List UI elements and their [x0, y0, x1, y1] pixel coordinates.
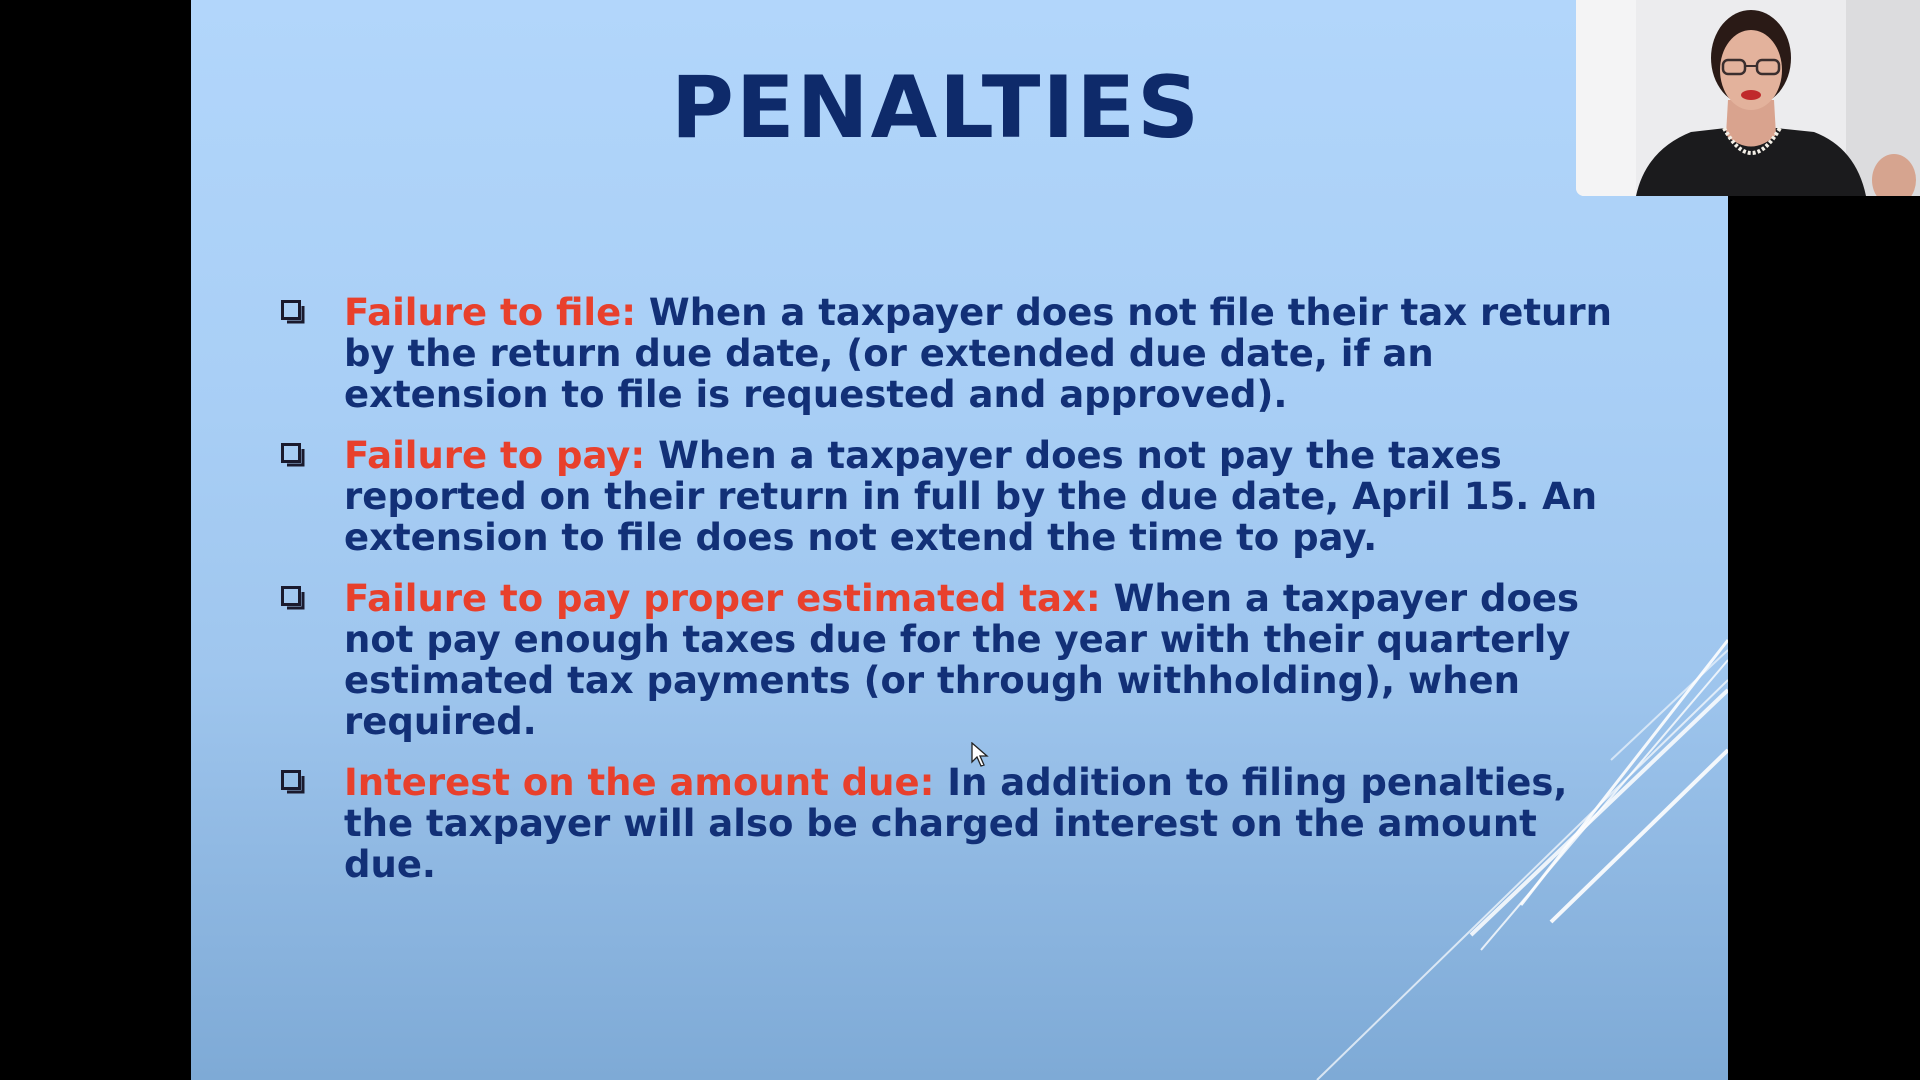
- screen: PENALTIES Failure to file: When a taxpay…: [0, 0, 1920, 1080]
- checkbox-square-icon: [281, 443, 305, 467]
- slide-title: PENALTIES: [670, 58, 1202, 158]
- presenter-video-feed: [1576, 0, 1920, 196]
- bullet-list: Failure to file: When a taxpayer does no…: [281, 292, 1631, 905]
- bullet-lead-label: Failure to file:: [344, 291, 636, 334]
- presentation-slide: PENALTIES Failure to file: When a taxpay…: [191, 0, 1728, 1080]
- bullet-failure-to-file: Failure to file: When a taxpayer does no…: [281, 292, 1631, 415]
- checkbox-square-icon: [281, 770, 305, 794]
- mouse-pointer-icon: [971, 742, 989, 767]
- bullet-lead-label: Failure to pay:: [344, 434, 646, 477]
- checkbox-square-icon: [281, 586, 305, 610]
- bullet-failure-to-pay-estimated-tax: Failure to pay proper estimated tax: Whe…: [281, 578, 1631, 742]
- presenter-webcam-overlay: [1576, 0, 1920, 196]
- bullet-lead-label: Interest on the amount due:: [344, 761, 935, 804]
- bullet-interest-on-amount-due: Interest on the amount due: In addition …: [281, 762, 1631, 885]
- bullet-lead-label: Failure to pay proper estimated tax:: [344, 577, 1101, 620]
- checkbox-square-icon: [281, 300, 305, 324]
- bullet-failure-to-pay: Failure to pay: When a taxpayer does not…: [281, 435, 1631, 558]
